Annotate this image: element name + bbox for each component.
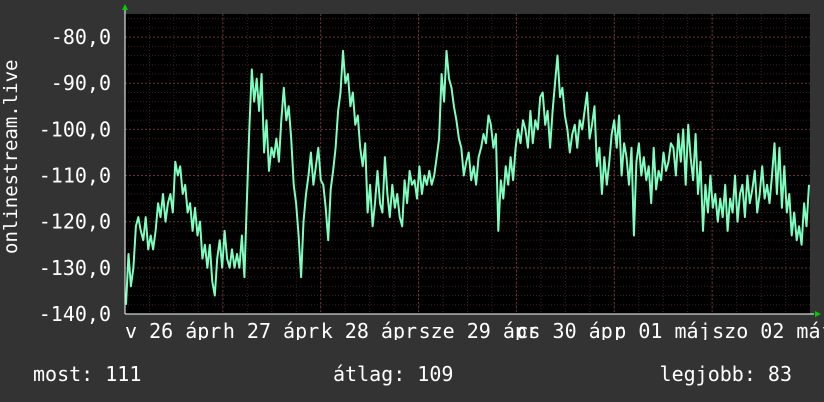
y-tick-label: -100,0 bbox=[39, 117, 111, 141]
y-axis-arrow bbox=[122, 4, 128, 10]
x-tick-label: h 27 ápr bbox=[223, 319, 319, 340]
x-tick-labels: v 26 ápr h 27 ápr k 28 ápr sze 29 áprcs 30 … bbox=[125, 319, 824, 340]
x-tick-label: k 28 ápr bbox=[321, 319, 417, 340]
y-tick-label: -110,0 bbox=[39, 164, 111, 188]
y-tick-label: -140,0 bbox=[39, 302, 111, 326]
y-tick-label: -90,0 bbox=[51, 71, 111, 95]
y-tick-labels: -80,0 -90,0 -100,0 -110,0 -120,0 -130,0 -140,0 bbox=[39, 25, 111, 326]
chart-grid bbox=[124, 14, 810, 315]
stat-average: átlag: 109 bbox=[333, 362, 454, 386]
y-tick-label: -120,0 bbox=[39, 210, 111, 234]
y-tick-label: -80,0 bbox=[51, 25, 111, 49]
y-axis-label: onlinestream.live bbox=[0, 59, 22, 254]
y-tick-label: -130,0 bbox=[39, 256, 111, 280]
stat-best: legjobb: 83 bbox=[659, 362, 792, 386]
x-tick-label: szo 02 máj bbox=[712, 319, 824, 340]
x-tick-label: cs 30 ápr bbox=[516, 319, 624, 340]
line-chart: -80,0 -90,0 -100,0 -110,0 -120,0 -130,0 -140,0… bbox=[39, 4, 824, 340]
x-axis-arrow bbox=[815, 311, 821, 317]
stat-current: most: 111 bbox=[33, 362, 142, 386]
x-tick-label: p 01 máj bbox=[614, 319, 710, 340]
x-tick-label: v 26 ápr bbox=[125, 319, 221, 340]
